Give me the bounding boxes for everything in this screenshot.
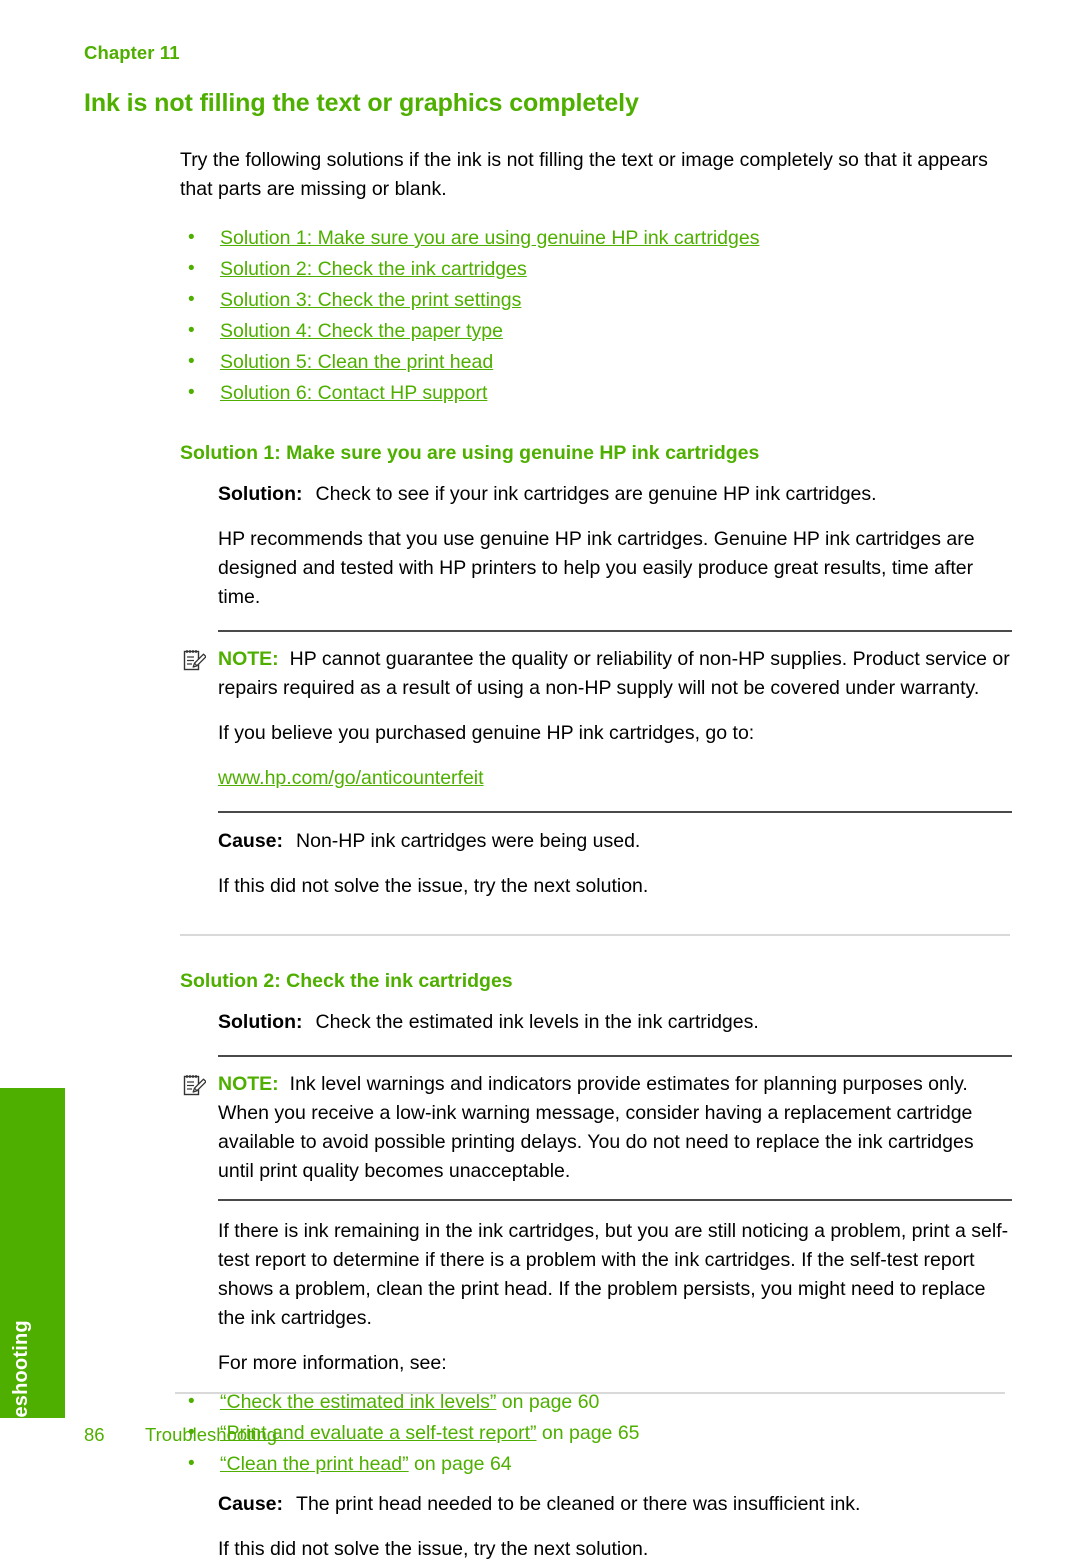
- solution-separator: [180, 934, 1010, 936]
- note-text-2: Ink level warnings and indicators provid…: [218, 1073, 974, 1182]
- reference-page-2: on page 65: [536, 1422, 640, 1444]
- page-content: Ink is not filling the text or graphics …: [84, 88, 1014, 1564]
- list-item[interactable]: Solution 3: Check the print settings: [180, 286, 1014, 314]
- note-icon: [182, 648, 207, 672]
- solution-1-after-note: If you believe you purchased genuine HP …: [218, 722, 755, 744]
- solution-link-1[interactable]: Solution 1: Make sure you are using genu…: [220, 227, 759, 249]
- reference-page-3: on page 64: [408, 1453, 512, 1475]
- cause-label: Cause:: [218, 830, 284, 852]
- solution-2-next-text: If this did not solve the issue, try the…: [218, 1538, 649, 1560]
- list-item[interactable]: Solution 6: Contact HP support: [180, 379, 1014, 407]
- solution-link-2[interactable]: Solution 2: Check the ink cartridges: [220, 258, 527, 280]
- solution-1-cause-line: Cause: Non-HP ink cartridges were being u…: [218, 827, 1012, 856]
- solution-link-list: Solution 1: Make sure you are using genu…: [180, 224, 1014, 407]
- solution-2-paragraph: If there is ink remaining in the ink car…: [218, 1220, 1009, 1329]
- note-top-rule: [218, 1055, 1012, 1057]
- cause-label: Cause:: [218, 1493, 284, 1515]
- solution-2-cause-line: Cause: The print head needed to be cleane…: [218, 1490, 1012, 1519]
- list-item[interactable]: Solution 2: Check the ink cartridges: [180, 255, 1014, 283]
- footer-section-name: Troubleshooting: [145, 1424, 277, 1445]
- list-item[interactable]: Solution 4: Check the paper type: [180, 317, 1014, 345]
- list-item[interactable]: “Print and evaluate a self-test report” …: [180, 1419, 1012, 1447]
- solution-1-section: Solution 1: Make sure you are using genu…: [180, 441, 1012, 901]
- chapter-running-header: Chapter 11: [84, 42, 180, 63]
- note-content-2: NOTE: Ink level warnings and indicators p…: [180, 1070, 1012, 1186]
- document-page: Troubleshooting Chapter 11 Ink is not fi…: [0, 0, 1080, 1560]
- solution-link-5[interactable]: Solution 5: Clean the print head: [220, 351, 493, 373]
- note-label: NOTE:: [218, 648, 279, 670]
- note-icon: [182, 1073, 207, 1097]
- list-item[interactable]: “Clean the print head” on page 64: [180, 1450, 1012, 1478]
- reference-page-1: on page 60: [496, 1391, 600, 1413]
- solution-2-cause-text: The print head needed to be cleaned or t…: [296, 1493, 861, 1515]
- list-item[interactable]: Solution 1: Make sure you are using genu…: [180, 224, 1014, 252]
- solution-2-solution-line: Solution: Check the estimated ink levels …: [218, 1008, 1012, 1037]
- solution-2-heading: Solution 2: Check the ink cartridges: [180, 970, 513, 992]
- note-content-1: NOTE: HP cannot guarantee the quality or …: [180, 645, 1012, 703]
- solution-link-6[interactable]: Solution 6: Contact HP support: [220, 382, 487, 404]
- solution-link-4[interactable]: Solution 4: Check the paper type: [220, 320, 503, 342]
- note-label: NOTE:: [218, 1073, 279, 1095]
- solution-label: Solution:: [218, 483, 303, 505]
- solution-2-solution-text: Check the estimated ink levels in the in…: [315, 1011, 759, 1033]
- reference-link-3[interactable]: “Clean the print head”: [220, 1453, 409, 1475]
- note-block-2: NOTE: Ink level warnings and indicators p…: [180, 1055, 1012, 1201]
- note-top-rule: [218, 630, 1012, 632]
- solution-1-link-line: www.hp.com/go/anticounterfeit: [218, 764, 1012, 793]
- side-thumb-tab: Troubleshooting: [0, 1088, 65, 1418]
- intro-paragraph: Try the following solutions if the ink i…: [180, 149, 988, 200]
- cause-rule-1: [218, 811, 1012, 813]
- solution-2-more-info: For more information, see:: [218, 1352, 447, 1374]
- solution-1-solution-text: Check to see if your ink cartridges are …: [315, 483, 877, 505]
- note-text-1: HP cannot guarantee the quality or relia…: [218, 648, 1010, 699]
- side-thumb-tab-label: Troubleshooting: [9, 1320, 32, 1418]
- footer-page-number: 86: [84, 1424, 105, 1445]
- anticounterfeit-link[interactable]: www.hp.com/go/anticounterfeit: [218, 767, 484, 789]
- solution-1-solution-line: Solution: Check to see if your ink cartri…: [218, 480, 1012, 509]
- solution-link-3[interactable]: Solution 3: Check the print settings: [220, 289, 521, 311]
- footer-rule: [175, 1392, 1005, 1394]
- note-block-1: NOTE: HP cannot guarantee the quality or …: [180, 630, 1012, 703]
- solution-1-cause-text: Non-HP ink cartridges were being used.: [296, 830, 641, 852]
- solution-label: Solution:: [218, 1011, 303, 1033]
- solution-1-paragraph: HP recommends that you use genuine HP in…: [218, 528, 975, 608]
- note-bottom-rule: [218, 1199, 1012, 1201]
- page-footer: 86 Troubleshooting: [84, 1424, 277, 1446]
- solution-1-heading: Solution 1: Make sure you are using genu…: [180, 442, 760, 464]
- page-title: Ink is not filling the text or graphics …: [84, 89, 639, 117]
- reference-list: “Check the estimated ink levels” on page…: [180, 1388, 1012, 1478]
- intro-block: Try the following solutions if the ink i…: [180, 146, 1012, 204]
- solution-2-section: Solution 2: Check the ink cartridges Sol…: [180, 969, 1012, 1564]
- solution-1-next-text: If this did not solve the issue, try the…: [218, 875, 649, 897]
- list-item[interactable]: Solution 5: Clean the print head: [180, 348, 1014, 376]
- reference-link-1[interactable]: “Check the estimated ink levels”: [220, 1391, 496, 1413]
